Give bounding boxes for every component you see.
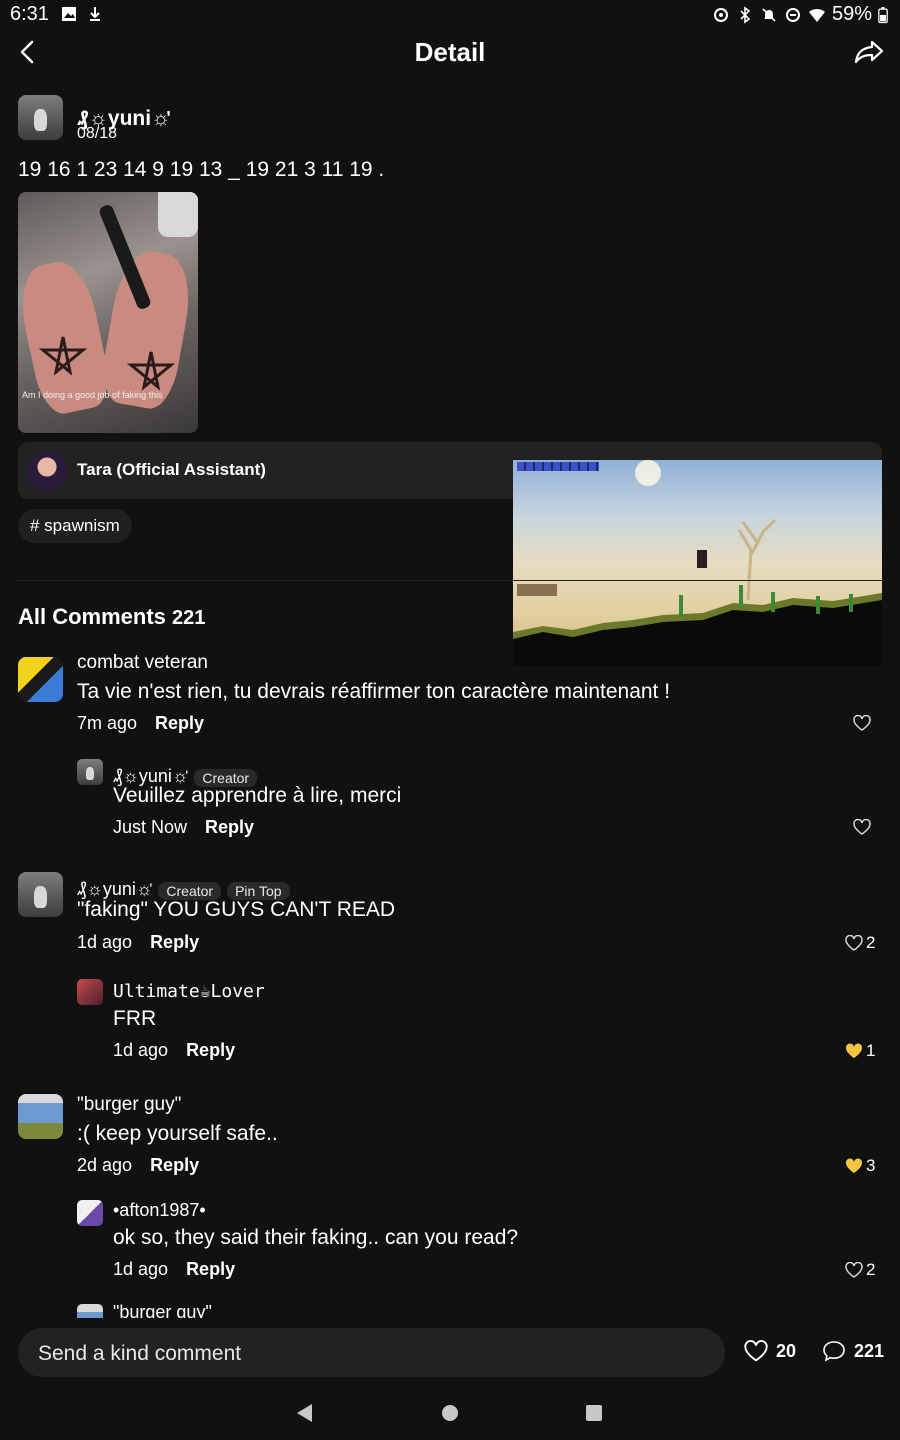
divider [18,580,882,581]
share-icon[interactable] [852,36,886,68]
comment-text: Ta vie n'est rien, tu devrais réaffirmer… [77,680,671,703]
comment-meta: 2d ago Reply [77,1155,199,1176]
comment-avatar[interactable] [18,657,63,702]
reply-button[interactable]: Reply [205,817,254,837]
like-button[interactable]: 2 [845,1260,875,1280]
comment-author[interactable]: combat veteran [77,652,208,674]
comment-meta: 1d ago Reply [77,932,199,953]
heart-icon [845,935,863,951]
post-date: 08/18 [77,125,118,142]
nav-back-icon[interactable] [296,1403,314,1423]
comment-time: 1d ago [113,1040,169,1060]
comment-input-bar[interactable] [18,1328,725,1379]
hashtag-chip[interactable]: # spawnism [18,509,132,543]
post-comment-count: 221 [854,1340,885,1361]
comment-author[interactable]: "burger guy" [113,1302,212,1318]
assistant-name: Tara (Official Assistant) [77,460,266,479]
comment-avatar[interactable] [18,872,63,917]
comment-text: Veuillez apprendre à lire, merci [113,784,402,807]
comment-bubble-icon [823,1341,845,1362]
comments-header: All Comments 221 [18,604,205,630]
reply-button[interactable]: Reply [155,713,204,733]
status-bar: 6:31 59% [0,0,900,30]
alarm-icon [713,7,728,22]
reply-button[interactable]: Reply [186,1040,235,1060]
like-count: 1 [866,1041,876,1060]
like-button[interactable] [853,819,871,835]
heart-filled-icon [845,1043,863,1058]
assistant-avatar [27,451,67,491]
heart-icon [853,819,871,835]
mute-icon [762,7,776,22]
post-like-button[interactable]: 20 [744,1340,796,1362]
like-button[interactable]: 1 [845,1041,875,1061]
image-caption: Am I doing a good job of faking this [22,390,163,400]
comments-title: All Comments [18,604,166,629]
comment-text: "faking" YOU GUYS CAN'T READ [77,898,396,921]
like-count: 2 [866,933,876,952]
comment-meta: 1d ago Reply [113,1040,235,1061]
comment-meta: 1d ago Reply [113,1259,235,1280]
reply-button[interactable]: Reply [186,1259,235,1279]
post-like-count: 20 [776,1340,797,1361]
like-button[interactable]: 3 [845,1156,875,1176]
post-text: 19 16 1 23 14 9 19 13 _ 19 21 3 11 19 . [18,158,385,181]
comment-author[interactable]: "burger guy" [77,1094,181,1116]
comment-time: 1d ago [113,1259,169,1279]
comment-meta: Just Now Reply [113,817,254,838]
comment-author[interactable]: •afton1987• [113,1200,206,1221]
heart-filled-icon [845,1158,863,1173]
comment-avatar[interactable] [77,759,103,785]
comment-avatar[interactable] [18,1094,63,1139]
dnd-icon [785,7,800,22]
comment-time: 2d ago [77,1155,133,1175]
download-icon [90,7,100,21]
battery-icon [878,6,888,23]
wifi-icon [808,8,825,22]
heart-icon [744,1340,768,1362]
comment-author[interactable]: ₰☼yuni☼ᡃ [77,879,152,899]
author-avatar[interactable] [18,95,63,140]
comment-meta: 7m ago Reply [77,713,204,734]
page-title: Detail [414,37,486,67]
comment-text: ok so, they said their faking.. can you … [113,1226,519,1249]
comment-author[interactable]: Ultimate☕Lover [113,981,265,1002]
comment-author[interactable]: ₰☼yuni☼ᡃ [113,766,188,786]
comment-time: Just Now [113,817,188,837]
comment-author-row: ₰☼yuni☼ᡃ Creator Pin Top [77,870,290,901]
comment-text: :( keep yourself safe.. [77,1122,278,1145]
battery-percent: 59% [831,3,872,25]
comment-text: FRR [113,1007,157,1030]
like-button[interactable] [853,715,871,731]
image-icon [62,7,76,21]
nav-home-icon[interactable] [441,1404,459,1422]
post-comment-button[interactable]: 221 [822,1340,884,1362]
cutoff-comment: "burger guy" [0,1298,900,1318]
like-count: 3 [866,1156,876,1175]
bluetooth-icon [740,5,751,24]
comment-avatar[interactable] [77,1304,103,1318]
comment-time: 1d ago [77,932,133,952]
system-nav-bar [0,1385,900,1440]
heart-icon [853,715,871,731]
heart-icon [845,1262,863,1278]
nav-recents-icon[interactable] [585,1404,603,1422]
header: Detail [0,30,900,76]
comment-avatar[interactable] [77,979,103,1005]
post-image[interactable]: Am I doing a good job of faking this [18,192,198,433]
comment-input[interactable] [36,1328,700,1379]
reply-button[interactable]: Reply [150,1155,199,1175]
reply-button[interactable]: Reply [150,932,199,952]
comment-avatar[interactable] [77,1200,103,1226]
comments-count: 221 [172,607,206,629]
like-count: 2 [866,1260,876,1279]
like-button[interactable]: 2 [845,933,875,953]
game-screenshot [513,460,882,666]
status-time: 6:31 [10,3,49,25]
comment-time: 7m ago [77,713,138,733]
